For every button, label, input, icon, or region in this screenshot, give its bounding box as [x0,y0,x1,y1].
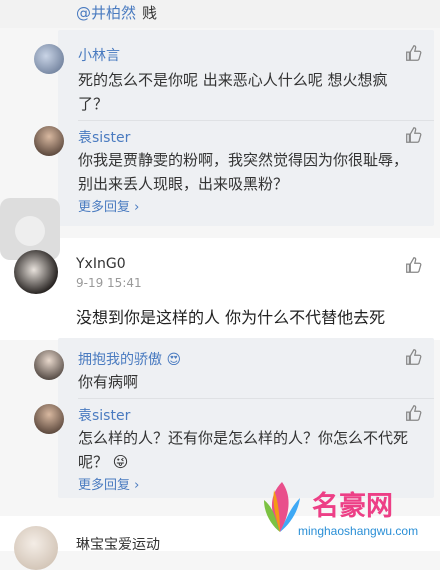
emoji-wink-tongue-icon: 😜 [112,453,129,471]
avatar[interactable] [34,350,64,380]
avatar-placeholder-inner [15,216,45,246]
reply-text-line: 死的怎么不是你呢 出来恶心人什么呢 想火想疯 [78,71,388,89]
thumbs-up-icon[interactable] [404,44,422,62]
more-replies-link[interactable]: 更多回复 › [78,474,139,493]
reply-thread-1: 小林言 死的怎么不是你呢 出来恶心人什么呢 想火想疯 了？ 袁sister 你我… [34,30,434,226]
divider [78,120,434,121]
avatar[interactable] [34,404,64,434]
reply-text-line-content: 呢？ [78,453,109,471]
reply-author-name: 拥抱我的骄傲 [78,352,162,368]
reply-text-line: 呢？ 😜 [78,450,428,474]
reply-text-line: 怎么样的人？还有你是怎么样的人？你怎么不代死 [78,429,409,447]
more-replies-label: 更多回复 [78,200,131,215]
thumbs-up-icon[interactable] [404,256,422,274]
more-replies-label: 更多回复 [78,478,131,493]
mention-link[interactable]: @井柏然 [76,2,136,23]
reply-text: 怎么样的人？还有你是怎么样的人？你怎么不代死 呢？ 😜 [78,426,428,474]
reply-text-line: 别出来丢人现眼，出来吸黑粉？ [78,175,289,193]
previous-comment-tail [0,0,440,28]
avatar[interactable] [34,44,64,74]
reply-text: 死的怎么不是你呢 出来恶心人什么呢 想火想疯 了？ [78,68,408,116]
avatar[interactable] [14,526,58,570]
reply-text-line: 了？ [78,95,109,113]
reply-author[interactable]: 袁sister [78,405,130,425]
chevron-right-icon: › [134,478,140,493]
more-replies-link[interactable]: 更多回复 › [78,196,139,215]
emoji-heart-eyes-icon: 😍 [166,352,182,368]
reply-author[interactable]: 袁sister [78,127,130,147]
comment-text: 没想到你是这样的人 你为什么不代替他去死 [76,308,386,327]
reply-author[interactable]: 拥抱我的骄傲 😍 [78,349,181,369]
watermark-brand: 名豪网 [312,491,393,521]
comment-author[interactable]: YxInG0 [76,256,126,272]
reply-text: 你有病啊 [78,373,139,391]
comment-author[interactable]: 琳宝宝爱运动 [76,534,160,554]
reply-text: 你我是贾静雯的粉啊，我突然觉得因为你很耻辱， 别出来丢人现眼，出来吸黑粉？ [78,148,418,196]
watermark: 名豪网 minghaoshangwu.com [250,472,438,550]
reply-author[interactable]: 小林言 [78,45,120,65]
watermark-url: minghaoshangwu.com [298,524,419,538]
comment-time: 9-19 15:41 [76,276,142,290]
avatar[interactable] [14,250,58,294]
avatar[interactable] [34,126,64,156]
thumbs-up-icon[interactable] [404,126,422,144]
thumbs-up-icon[interactable] [404,404,422,422]
reply-text-line: 你我是贾静雯的粉啊，我突然觉得因为你很耻辱， [78,151,409,169]
mention-tail-text: 贱 [142,4,158,22]
chevron-right-icon: › [134,200,140,215]
divider [78,398,434,399]
thumbs-up-icon[interactable] [404,348,422,366]
